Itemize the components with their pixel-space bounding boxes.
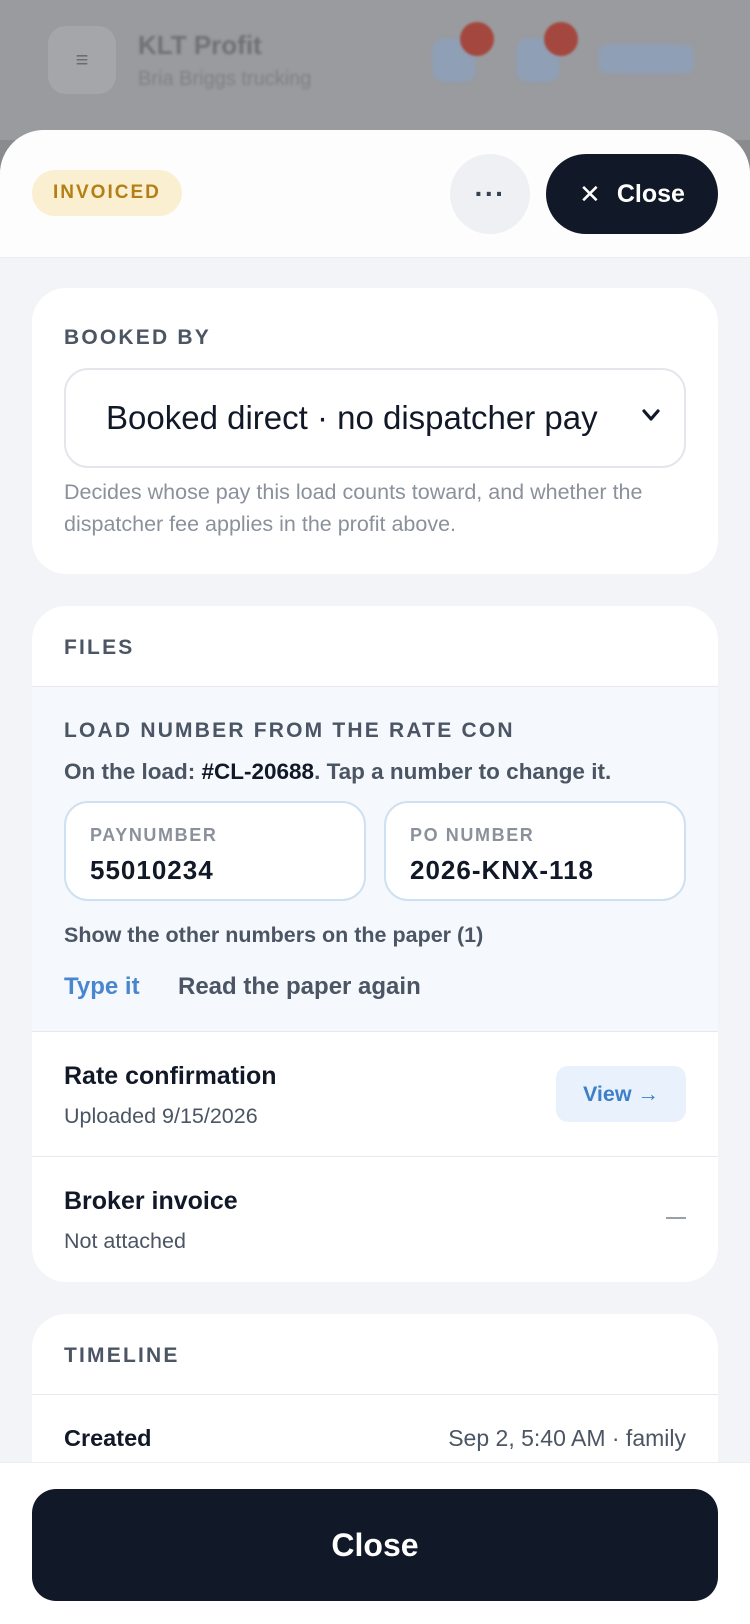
files-label: FILES	[64, 636, 135, 659]
sheet-header: INVOICED ··· ✕ Close	[0, 130, 750, 258]
booked-by-label: BOOKED BY	[64, 326, 211, 349]
notification-badge	[460, 22, 494, 56]
sheet-footer: Close	[0, 1462, 750, 1624]
background-app-subtitle: Bria Briggs trucking	[138, 68, 312, 90]
load-number-panel: LOAD NUMBER FROM THE RATE CON On the loa…	[32, 686, 718, 1032]
timeline-event: Created	[64, 1425, 152, 1451]
view-rate-confirmation-button[interactable]: View →	[556, 1066, 686, 1122]
on-load-prefix: On the load:	[64, 759, 202, 784]
background-action-button	[598, 44, 694, 74]
more-options-button[interactable]: ···	[450, 154, 530, 234]
menu-icon: ≡	[48, 26, 116, 94]
load-number-label: LOAD NUMBER FROM THE RATE CON	[64, 719, 515, 742]
booked-by-card: BOOKED BY Booked direct · no dispatcher …	[32, 288, 718, 574]
on-load-number: #CL-20688	[201, 759, 315, 784]
po-number-value: 2026-KNX-118	[410, 855, 594, 885]
file-title: Rate confirmation	[64, 1062, 277, 1090]
rate-confirmation-row: Rate confirmation Uploaded 9/15/2026 Vie…	[32, 1032, 718, 1156]
load-detail-sheet: INVOICED ··· ✕ Close BOOKED BY Booked di…	[0, 130, 750, 1624]
chevron-down-icon	[642, 409, 660, 421]
booked-by-helper-text: Decides whose pay this load counts towar…	[64, 480, 643, 536]
booked-by-select[interactable]: Booked direct · no dispatcher pay	[64, 368, 686, 468]
file-status: Not attached	[64, 1229, 186, 1253]
more-horizontal-icon: ···	[474, 178, 506, 209]
type-it-link[interactable]: Type it	[64, 973, 140, 1001]
close-button-label: Close	[616, 179, 685, 208]
files-card: FILES LOAD NUMBER FROM THE RATE CON On t…	[32, 606, 718, 1282]
po-number-label: PO NUMBER	[410, 825, 535, 845]
paynumber-label: PAYNUMBER	[90, 825, 218, 845]
close-icon: ✕	[579, 178, 601, 209]
booked-by-selected-value: Booked direct · no dispatcher pay	[106, 399, 598, 436]
footer-close-button[interactable]: Close	[32, 1489, 718, 1601]
show-other-numbers-link[interactable]: Show the other numbers on the paper (1)	[64, 923, 483, 948]
on-load-text: On the load: #CL-20688. Tap a number to …	[64, 759, 611, 785]
timeline-label: TIMELINE	[64, 1344, 180, 1367]
message-badge	[544, 22, 578, 56]
background-app-header: ≡ KLT Profit Bria Briggs trucking	[0, 0, 750, 140]
file-status: Uploaded 9/15/2026	[64, 1104, 258, 1128]
status-badge: INVOICED	[32, 170, 182, 216]
background-app-title: KLT Profit	[138, 30, 262, 60]
broker-invoice-row: Broker invoice Not attached	[32, 1156, 718, 1282]
paynumber-chip[interactable]: PAYNUMBER 55010234	[64, 801, 366, 901]
no-file-dash	[666, 1217, 686, 1219]
close-button[interactable]: ✕ Close	[546, 154, 718, 234]
file-title: Broker invoice	[64, 1187, 238, 1215]
on-load-suffix: . Tap a number to change it.	[314, 759, 612, 784]
po-number-chip[interactable]: PO NUMBER 2026-KNX-118	[384, 801, 686, 901]
timeline-meta: Sep 2, 5:40 AM · family	[448, 1425, 686, 1451]
paynumber-value: 55010234	[90, 855, 214, 885]
read-paper-again-link[interactable]: Read the paper again	[178, 973, 421, 1001]
